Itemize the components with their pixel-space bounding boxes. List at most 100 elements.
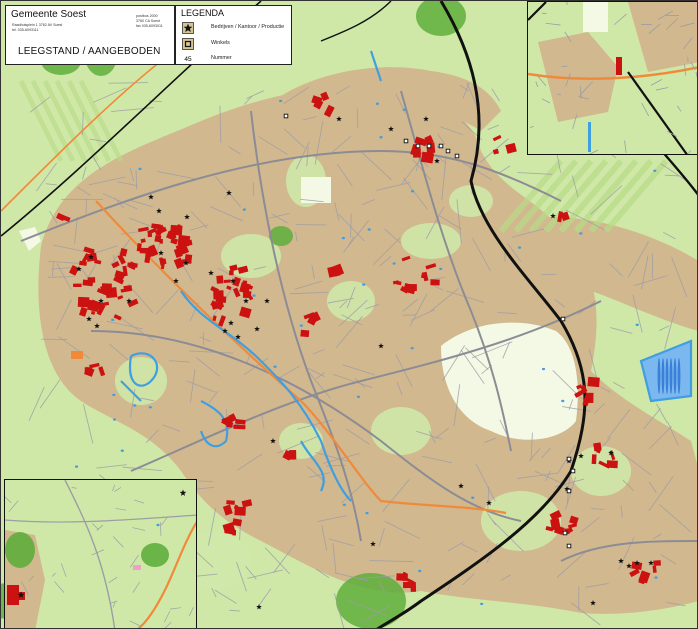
street [229, 609, 240, 612]
shop-square-icon [566, 488, 572, 494]
street [28, 386, 45, 421]
street [39, 379, 61, 409]
water-stripe [657, 358, 661, 394]
vacant-building [606, 460, 618, 469]
shop-square-icon [438, 143, 444, 149]
pond [579, 232, 583, 235]
pond [367, 228, 371, 231]
shop-square-icon [566, 543, 572, 549]
vacant-building [213, 290, 224, 300]
street [96, 464, 127, 469]
vacant-building [77, 296, 90, 308]
pond [402, 108, 406, 111]
inset-pink-area [133, 565, 141, 570]
vacant-building [505, 142, 517, 154]
vacant-building [616, 57, 622, 75]
legend-item-number: 45 Nummer [182, 53, 292, 65]
pond [541, 367, 546, 371]
pond [111, 318, 115, 322]
vacant-building [593, 442, 602, 452]
sports-field [301, 177, 331, 203]
legend-label-number: Nummer [211, 55, 232, 61]
address-street: Raadhuisplein 1 3762 AV Soest [12, 23, 63, 27]
vacant-building [492, 134, 502, 142]
vacant-building [84, 367, 93, 374]
inset-map-topright[interactable] [527, 1, 697, 155]
vacant-building [229, 270, 234, 276]
pond [299, 324, 303, 327]
railway-north [320, 1, 392, 42]
vacant-building [7, 585, 19, 605]
star-icon [182, 22, 194, 34]
legend-label-business: Bedrijven / Kantoor / Productie [211, 24, 285, 30]
vacant-building [170, 224, 183, 236]
street [243, 95, 253, 105]
legend-item-shops: Winkels [182, 38, 292, 50]
map-canvas[interactable]: Gemeente Soest Raadhuisplein 1 3762 AV S… [0, 0, 698, 629]
vacant-building [159, 239, 163, 244]
street [487, 124, 500, 130]
street [246, 90, 264, 100]
shop-square-icon [566, 456, 572, 462]
legend-title: LEGENDA [181, 8, 225, 18]
street [663, 231, 676, 240]
pond [480, 602, 484, 606]
vacant-building [653, 560, 661, 566]
shop-square-icon [445, 148, 451, 154]
pond [362, 283, 366, 286]
pond [120, 449, 124, 452]
vacant-building [216, 275, 224, 284]
green-space [371, 407, 431, 455]
water-stripe [677, 358, 681, 394]
inset-topright-layer [528, 2, 697, 154]
vacant-building [226, 500, 235, 505]
water-stripe [665, 358, 669, 394]
map-title: LEEGSTAND / AANGEBODEN [18, 46, 161, 57]
pond [439, 267, 443, 271]
organisation-name: Gemeente Soest [11, 9, 87, 20]
pond [635, 323, 639, 327]
vacant-building [396, 281, 402, 286]
vacant-building [492, 148, 499, 155]
pond [418, 569, 422, 573]
shop-square-icon [562, 530, 568, 536]
number-label: 45 [184, 55, 192, 63]
street [82, 166, 87, 180]
inset-map-bottomleft[interactable] [4, 479, 197, 628]
shop-square-icon [454, 153, 460, 159]
shop-square-icon [570, 468, 576, 474]
pond [375, 102, 380, 105]
vacant-building [242, 280, 248, 284]
street [108, 82, 148, 84]
vacant-building [396, 573, 408, 581]
pond [410, 346, 414, 350]
shop-square-icon [426, 143, 432, 149]
vacant-building [430, 279, 440, 286]
inset-water [588, 122, 591, 152]
pond [156, 523, 160, 527]
pond [74, 465, 79, 468]
water-stripe [669, 358, 673, 394]
street [36, 162, 57, 192]
address-fax: fax 035-6093011 [136, 24, 163, 28]
street [122, 466, 163, 472]
street [257, 588, 272, 608]
street [659, 325, 670, 331]
street [613, 381, 625, 390]
water-stripe [661, 358, 665, 394]
pond [341, 236, 345, 240]
address-postbus: postbus 2000 [136, 14, 158, 18]
inset-field [583, 2, 608, 32]
shop-square-icon [283, 113, 289, 119]
green-space [449, 185, 493, 217]
inset-forest [5, 532, 35, 568]
street [45, 183, 57, 186]
title-block: Gemeente Soest Raadhuisplein 1 3762 AV S… [5, 5, 175, 65]
pond [273, 365, 277, 368]
orange-building [71, 351, 83, 359]
pond [148, 406, 152, 409]
street [214, 589, 237, 604]
vacant-building [223, 279, 231, 283]
street [656, 403, 668, 423]
street [111, 107, 154, 113]
